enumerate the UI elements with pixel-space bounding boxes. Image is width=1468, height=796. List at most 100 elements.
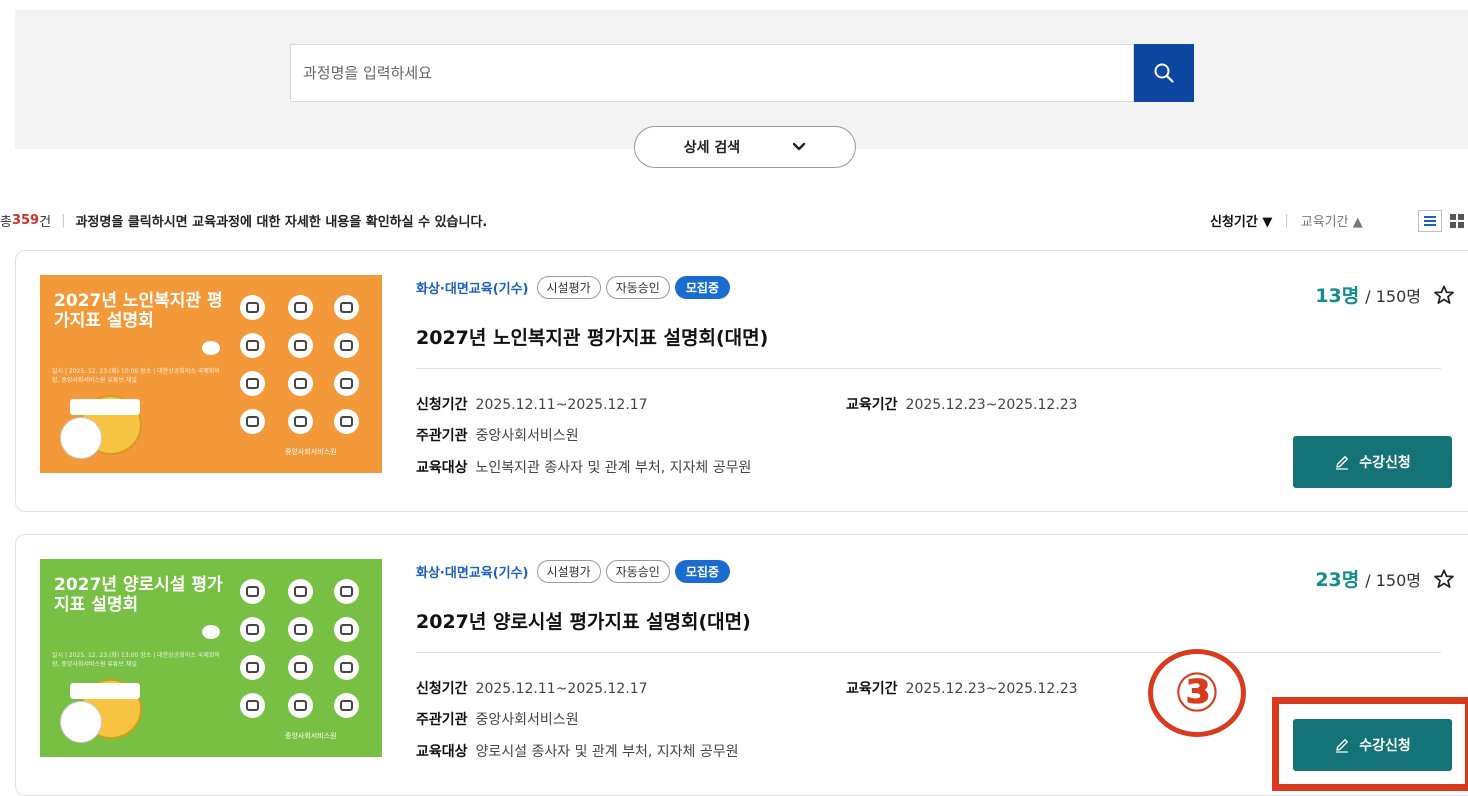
monitor-icon — [288, 655, 313, 680]
education-period-value: 2025.12.23~2025.12.23 — [905, 397, 1078, 413]
thumbnail-fine-print: 일시 | 2025. 12. 23.(화) 10:00 장소 | 대한상공회의소… — [52, 368, 220, 384]
thumbnail-title: 2027년 노인복지관 평가지표 설명회 — [54, 291, 223, 331]
organizer-label: 주관기관 — [416, 428, 468, 444]
summary-divider: | — [61, 212, 66, 228]
status-badge: 모집중 — [674, 559, 730, 583]
search-button[interactable] — [1134, 44, 1194, 102]
speech-bubble-icon — [202, 341, 220, 355]
application-period-label: 신청기간 — [416, 681, 468, 697]
course-thumbnail[interactable]: 2027년 노인복지관 평가지표 설명회 일시 | 2025. 12. 23.(… — [40, 275, 382, 473]
application-period: 신청기간 2025.12.11~2025.12.17 — [416, 394, 648, 414]
education-period-value: 2025.12.23~2025.12.23 — [905, 681, 1078, 697]
sort-options: 신청기간 ▼ | 교육기간 ▲ — [1210, 208, 1363, 232]
organizer-value: 중앙사회서비스원 — [475, 428, 579, 444]
application-period-label: 신청기간 — [416, 397, 468, 413]
monitor-icon — [288, 371, 313, 396]
grid-view-icon — [1450, 214, 1464, 228]
course-title[interactable]: 2027년 양로시설 평가지표 설명회(대면) — [416, 607, 751, 634]
sort-application-period[interactable]: 신청기간 ▼ — [1210, 211, 1272, 230]
search-box — [290, 44, 1134, 102]
target-label: 교육대상 — [416, 460, 468, 476]
people-icon — [334, 409, 359, 434]
enrollment-status: 13명 / 150명 — [1315, 281, 1455, 308]
pencil-icon — [1336, 456, 1349, 470]
mascot-sign — [70, 399, 140, 415]
org-chart-icon — [288, 409, 313, 434]
org-chart-icon — [288, 693, 313, 718]
mascot-character-white — [60, 417, 102, 459]
award-icon — [240, 295, 265, 320]
presentation-icon — [240, 617, 265, 642]
sort-education-period[interactable]: 교육기간 ▲ — [1301, 211, 1363, 230]
total-prefix: 총 — [0, 214, 12, 230]
list-view-button[interactable] — [1418, 210, 1442, 232]
summary-guide: 과정명을 클릭하시면 교육과정에 대한 자세한 내용을 확인하실 수 있습니다. — [75, 214, 488, 230]
result-summary: 총 359 건 | 과정명을 클릭하시면 교육과정에 대한 자세한 내용을 확인… — [0, 208, 487, 232]
education-period-label: 교육기간 — [846, 397, 898, 413]
course-meta: 화상·대면교육(기수) 시설평가 자동승인 모집중 — [416, 559, 730, 583]
target-value: 양로시설 종사자 및 관계 부처, 지자체 공무원 — [475, 744, 739, 760]
sort-divider: | — [1284, 212, 1289, 228]
annotation-highlight-box — [1272, 697, 1468, 791]
grid-view-button[interactable] — [1446, 210, 1468, 232]
favorite-button[interactable] — [1433, 284, 1455, 306]
organizer-label: 주관기관 — [416, 712, 468, 728]
star-outline-icon — [1434, 284, 1454, 304]
capacity: / 150명 — [1365, 286, 1421, 306]
checklist-icon — [288, 333, 313, 358]
target: 교육대상 노인복지관 종사자 및 관계 부처, 지자체 공무원 — [416, 457, 751, 477]
target: 교육대상 양로시설 종사자 및 관계 부처, 지자체 공무원 — [416, 741, 739, 761]
annotation-step-marker: ③ — [1148, 649, 1246, 737]
course-tag: 자동승인 — [605, 275, 670, 299]
education-period: 교육기간 2025.12.23~2025.12.23 — [846, 678, 1078, 698]
status-badge: 모집중 — [674, 275, 730, 299]
document-icon — [240, 371, 265, 396]
medal-icon — [334, 295, 359, 320]
award-icon — [240, 579, 265, 604]
presentation-icon — [240, 333, 265, 358]
building-icon — [334, 333, 359, 358]
enrolled-count: 23명 — [1315, 569, 1360, 591]
apply-button[interactable]: 수강신청 — [1293, 436, 1452, 488]
education-period-label: 교육기간 — [846, 681, 898, 697]
building-icon — [334, 617, 359, 642]
course-card: 2027년 양로시설 평가지표 설명회 일시 | 2025. 12. 23.(화… — [15, 534, 1468, 796]
card-divider — [416, 652, 1441, 653]
people-icon — [334, 693, 359, 718]
enrollment-status: 23명 / 150명 — [1315, 565, 1455, 592]
application-period-value: 2025.12.11~2025.12.17 — [475, 397, 648, 413]
favorite-button[interactable] — [1433, 568, 1455, 590]
lightbulb-icon — [240, 409, 265, 434]
lightbulb-icon — [240, 693, 265, 718]
bar-chart-icon — [334, 655, 359, 680]
detail-search-toggle[interactable]: 상세 검색 — [634, 126, 856, 168]
chevron-down-icon — [793, 142, 806, 151]
pie-chart-icon — [288, 579, 313, 604]
enrolled-count: 13명 — [1315, 285, 1360, 307]
application-period: 신청기간 2025.12.11~2025.12.17 — [416, 678, 648, 698]
course-title[interactable]: 2027년 노인복지관 평가지표 설명회(대면) — [416, 323, 768, 350]
thumbnail-title: 2027년 양로시설 평가지표 설명회 — [54, 575, 223, 615]
thumbnail-logo: 중앙사회서비스원 — [285, 448, 337, 456]
organizer: 주관기관 중앙사회서비스원 — [416, 425, 579, 445]
course-type: 화상·대면교육(기수) — [416, 281, 529, 297]
application-period-value: 2025.12.11~2025.12.17 — [475, 681, 648, 697]
list-view-icon — [1424, 216, 1436, 226]
course-thumbnail[interactable]: 2027년 양로시설 평가지표 설명회 일시 | 2025. 12. 23.(화… — [40, 559, 382, 757]
capacity: / 150명 — [1365, 570, 1421, 590]
thumbnail-fine-print: 일시 | 2025. 12. 23.(화) 13:00 장소 | 대한상공회의소… — [52, 652, 220, 668]
apply-button-label: 수강신청 — [1359, 455, 1411, 471]
target-value: 노인복지관 종사자 및 관계 부처, 지자체 공무원 — [475, 460, 752, 476]
search-input[interactable] — [291, 63, 1133, 83]
total-suffix: 건 — [39, 214, 52, 230]
course-type: 화상·대면교육(기수) — [416, 565, 529, 581]
medal-icon — [334, 579, 359, 604]
search-icon — [1154, 63, 1174, 83]
card-divider — [416, 368, 1441, 369]
pie-chart-icon — [288, 295, 313, 320]
organizer: 주관기관 중앙사회서비스원 — [416, 709, 579, 729]
course-meta: 화상·대면교육(기수) 시설평가 자동승인 모집중 — [416, 275, 730, 299]
thumbnail-logo: 중앙사회서비스원 — [285, 732, 337, 740]
education-period: 교육기간 2025.12.23~2025.12.23 — [846, 394, 1078, 414]
organizer-value: 중앙사회서비스원 — [475, 712, 579, 728]
